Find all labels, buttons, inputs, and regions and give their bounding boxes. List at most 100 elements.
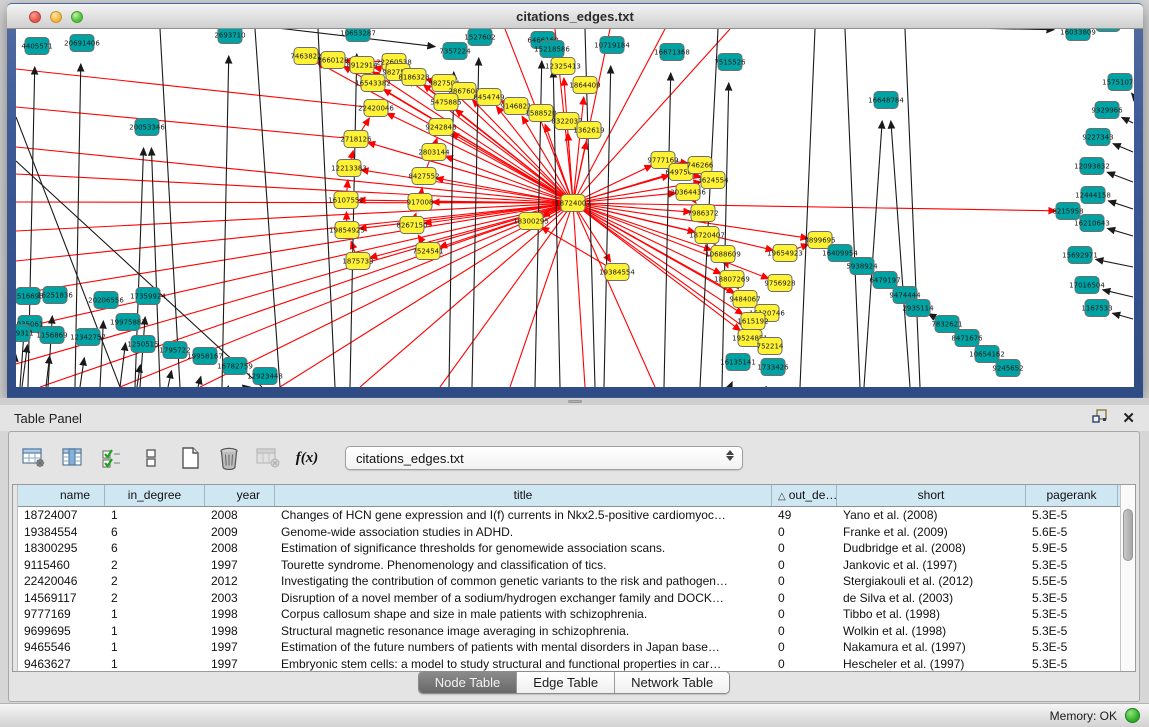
tab-network-table[interactable]: Network Table [615, 672, 729, 693]
table-row[interactable]: 911546021997Tourette syndrome. Phenomeno… [18, 557, 1120, 574]
graph-node[interactable]: 16671368 [654, 44, 690, 61]
network-canvas[interactable]: 1872400774638228660128891291422260538982… [16, 29, 1134, 387]
graph-node[interactable]: 16251836 [37, 287, 73, 304]
panel-resize-divider[interactable] [0, 398, 1149, 405]
graph-node[interactable]: 8215958 [1052, 203, 1083, 220]
graph-node[interactable]: 1156869 [36, 327, 67, 344]
graph-node[interactable]: 8186328 [398, 69, 429, 86]
graph-node[interactable]: 15751074 [1102, 74, 1134, 91]
node-layer[interactable]: 1872400774638228660128891291422260538982… [16, 29, 1134, 385]
graph-node[interactable]: 8427552 [408, 168, 439, 185]
graph-node[interactable]: 7524541 [412, 243, 443, 260]
graph-node[interactable]: 917008 [407, 194, 434, 211]
float-panel-icon[interactable] [1092, 409, 1108, 429]
column-header-out_de[interactable]: △out_de… [772, 485, 837, 506]
scrollbar-thumb[interactable] [1123, 509, 1133, 561]
table-select-dropdown[interactable]: citations_edges.txt [345, 446, 743, 470]
graph-node[interactable]: 9329966 [1091, 102, 1123, 119]
table-row[interactable]: 1872400712008Changes of HCN gene express… [18, 507, 1120, 524]
new-column-button[interactable] [175, 444, 205, 472]
graph-node[interactable]: 1875733 [342, 253, 373, 270]
column-header-title[interactable]: title [275, 485, 772, 506]
graph-node[interactable]: 752214 [757, 338, 784, 355]
column-header-name[interactable]: name [18, 485, 105, 506]
graph-node[interactable]: 16135141 [720, 354, 756, 371]
graph-node[interactable]: 19854925 [329, 222, 365, 239]
graph-node[interactable]: 9227343 [1082, 129, 1113, 146]
graph-node[interactable]: 12325413 [545, 58, 581, 75]
resize-handle-icon[interactable] [568, 400, 582, 403]
graph-node[interactable]: 1795722 [159, 342, 190, 359]
table-row[interactable]: 977716911998Corpus callosum shape and si… [18, 606, 1120, 623]
network-window-titlebar[interactable]: citations_edges.txt [7, 3, 1143, 29]
graph-node[interactable]: 10653287 [340, 29, 376, 42]
graph-node[interactable]: 7986372 [687, 205, 718, 222]
graph-node[interactable]: 12444158 [1075, 187, 1111, 204]
row-selection-button[interactable] [97, 444, 127, 472]
graph-node[interactable]: 8912914 [346, 57, 378, 74]
graph-node[interactable]: 2718126 [340, 131, 372, 148]
graph-node[interactable]: 8471676 [951, 330, 983, 347]
graph-node[interactable]: 9484067 [729, 291, 760, 308]
graph-node[interactable]: 19384554 [599, 264, 635, 281]
graph-node[interactable]: 746266 [687, 157, 714, 174]
column-header-pagerank[interactable]: pagerank [1026, 485, 1118, 506]
table-row[interactable]: 969969511998Structural magnetic resonanc… [18, 623, 1120, 640]
vertical-scrollbar[interactable] [1120, 485, 1135, 671]
graph-node[interactable]: 7357224 [439, 43, 471, 60]
graph-node[interactable]: 12093832 [1074, 158, 1110, 175]
column-header-in_degree[interactable]: in_degree [105, 485, 205, 506]
graph-node[interactable]: 2935114 [902, 300, 934, 317]
graph-node[interactable]: 9756928 [764, 275, 795, 292]
close-panel-icon[interactable]: ✕ [1122, 411, 1135, 427]
graph-node[interactable]: 9245652 [992, 360, 1023, 377]
graph-node[interactable]: 10719184 [594, 37, 630, 54]
table-row[interactable]: 946554611997Estimation of the future num… [18, 639, 1120, 656]
graph-node[interactable]: 16543382 [355, 75, 391, 92]
graph-node[interactable]: 1733426 [757, 359, 789, 376]
table-row[interactable]: 1456911722003Disruption of a novel membe… [18, 590, 1120, 607]
column-header-year[interactable]: year [205, 485, 275, 506]
graph-node[interactable]: 7515526 [714, 54, 746, 71]
graph-node[interactable]: 16648784 [868, 92, 904, 109]
graph-node[interactable]: 18720407 [689, 227, 725, 244]
graph-node[interactable]: 5938924 [846, 258, 878, 275]
tab-node-table[interactable]: Node Table [419, 672, 518, 693]
rows-button[interactable] [136, 444, 166, 472]
graph-node[interactable]: 1167533 [1081, 300, 1112, 317]
graph-node[interactable]: 15692971 [1062, 247, 1098, 264]
graph-node[interactable]: 10688609 [705, 246, 741, 263]
graph-node[interactable]: 5475885 [430, 94, 461, 111]
graph-node[interactable]: 1527602 [464, 29, 495, 46]
graph-node[interactable]: 16107552 [328, 192, 364, 209]
graph-node[interactable]: 1864409 [569, 77, 600, 94]
graph-node[interactable]: 6479197 [869, 272, 900, 289]
graph-node[interactable]: 9242848 [425, 119, 456, 136]
graph-node[interactable]: 16033809 [1060, 29, 1096, 41]
graph-node[interactable]: 2693710 [214, 29, 245, 44]
graph-node[interactable]: 8660128 [317, 52, 348, 69]
table-row[interactable]: 1830029562008Estimation of significance … [18, 540, 1120, 557]
table-row[interactable]: 946362711997Embryonic stem cells: a mode… [18, 656, 1120, 672]
graph-node[interactable]: 8267150 [396, 217, 427, 234]
graph-node[interactable]: 12213383 [331, 160, 367, 177]
table-settings-button[interactable] [19, 444, 49, 472]
graph-node[interactable]: 2803144 [418, 144, 450, 161]
graph-node[interactable]: 20691406 [64, 35, 100, 52]
delete-column-button[interactable] [214, 444, 244, 472]
column-visibility-button[interactable] [58, 444, 88, 472]
table-row[interactable]: 1938455462009Genome-wide association stu… [18, 524, 1120, 541]
column-header-short[interactable]: short [837, 485, 1026, 506]
graph-node[interactable]: 1250515 [127, 336, 158, 353]
graph-node[interactable]: 19654923 [767, 245, 803, 262]
graph-node[interactable]: 8813054 [1092, 29, 1124, 32]
function-builder-button[interactable]: f(x) [292, 444, 322, 472]
graph-node[interactable]: 1362619 [573, 122, 604, 139]
graph-node[interactable]: 1615192 [737, 313, 768, 330]
graph-node[interactable]: 17016504 [1069, 277, 1105, 294]
graph-node[interactable]: 3624554 [697, 172, 729, 189]
table-row[interactable]: 2242004622012Investigating the contribut… [18, 573, 1120, 590]
graph-node[interactable]: 4405571 [21, 38, 52, 55]
svg-text:1588520: 1588520 [525, 110, 556, 118]
tab-edge-table[interactable]: Edge Table [517, 672, 615, 693]
